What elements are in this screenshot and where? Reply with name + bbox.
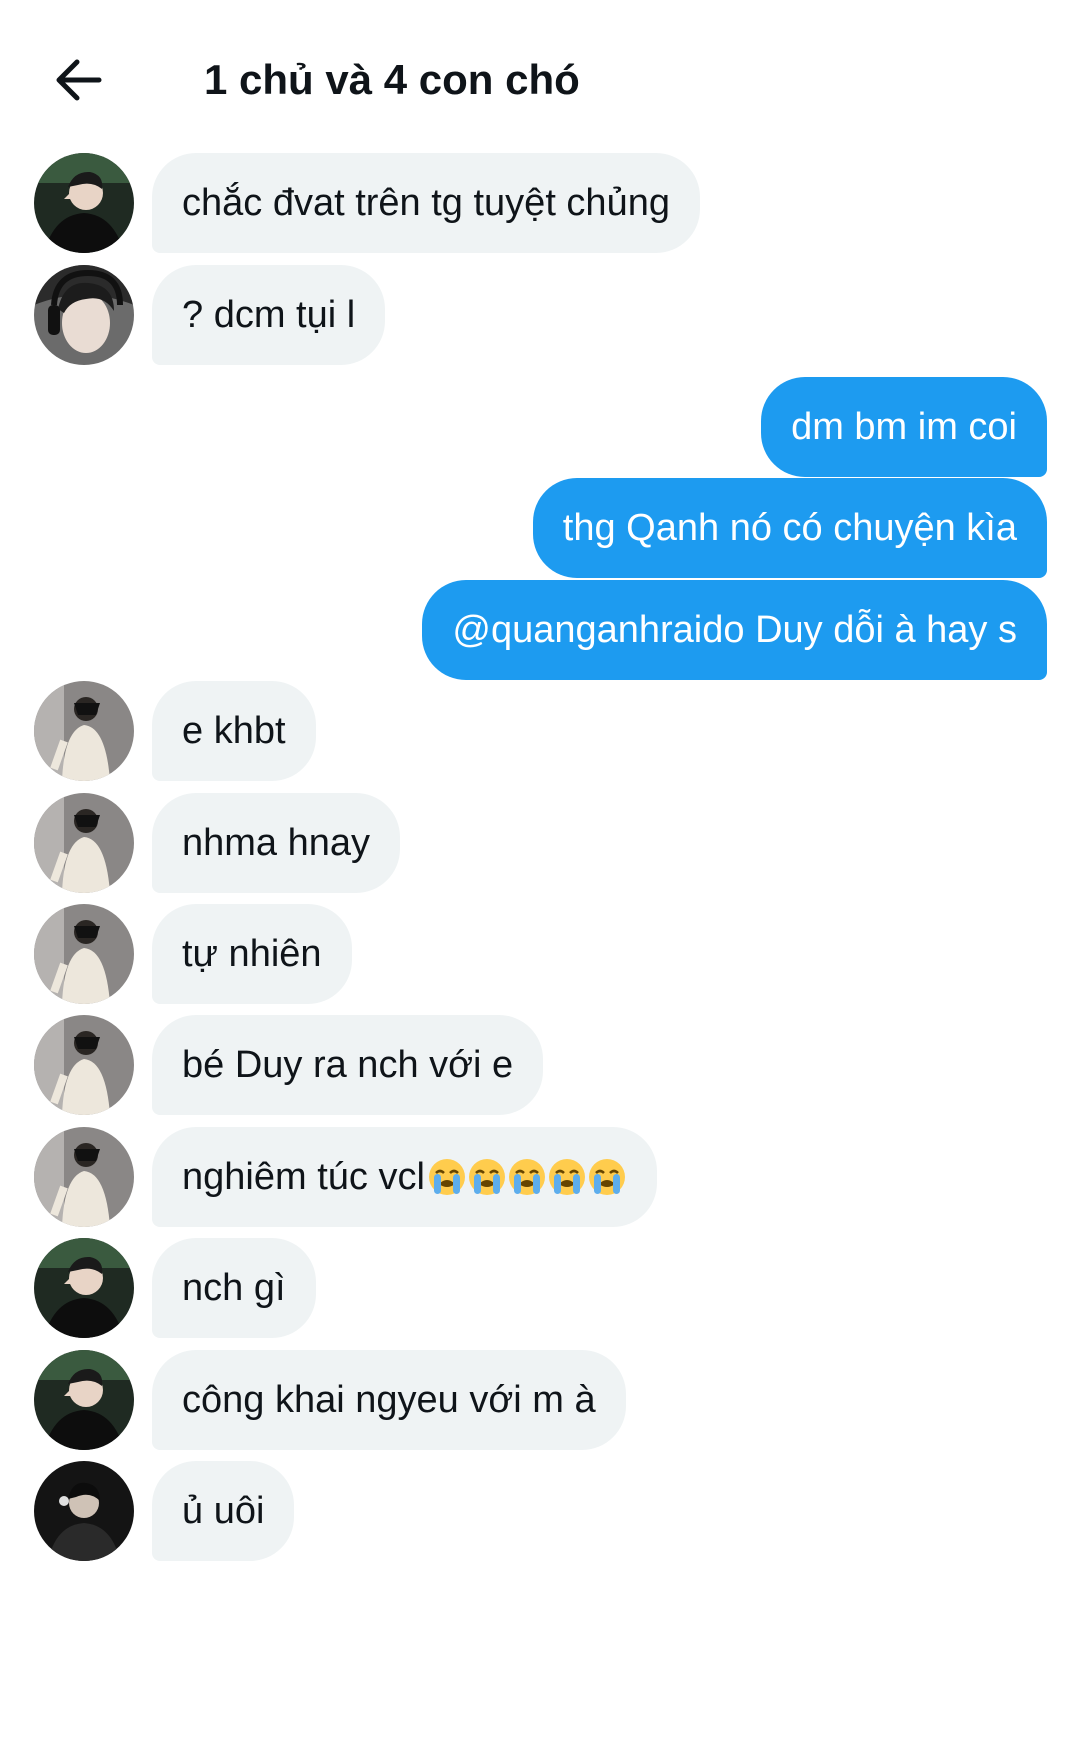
message-bubble-outgoing[interactable]: @quanganhraido Duy dỗi à hay s (422, 580, 1047, 680)
message-bubble-outgoing[interactable]: thg Qanh nó có chuyện kìa (532, 478, 1047, 578)
message-row: nhma hnay (0, 793, 1080, 893)
message-row: nghiêm túc vcl (0, 1127, 1080, 1227)
message-text: nghiêm túc vcl (182, 1156, 425, 1198)
avatar-user-a[interactable] (34, 153, 134, 253)
message-list[interactable]: chắc đvat trên tg tuyệt chủng ? dcm tụi … (0, 0, 1080, 1740)
message-row: dm bm im coi (0, 377, 1080, 477)
message-bubble-outgoing[interactable]: dm bm im coi (761, 377, 1047, 477)
loudly-crying-face-icon (508, 1158, 545, 1195)
avatar-user-a[interactable] (34, 1238, 134, 1338)
message-bubble[interactable]: bé Duy ra nch với e (152, 1015, 544, 1115)
message-bubble[interactable]: nhma hnay (152, 793, 401, 893)
message-bubble[interactable]: ? dcm tụi l (152, 265, 386, 365)
message-bubble[interactable]: công khai ngyeu với m à (152, 1350, 626, 1450)
message-row: @quanganhraido Duy dỗi à hay s (0, 580, 1080, 680)
avatar-user-a[interactable] (34, 1350, 134, 1450)
message-row: bé Duy ra nch với e (0, 1015, 1080, 1115)
message-row: công khai ngyeu với m à (0, 1350, 1080, 1450)
emoji-group (427, 1129, 627, 1229)
avatar-user-b[interactable] (34, 265, 134, 365)
loudly-crying-face-icon (428, 1158, 465, 1195)
avatar-user-c[interactable] (34, 681, 134, 781)
avatar-user-c[interactable] (34, 904, 134, 1004)
avatar-user-c[interactable] (34, 1015, 134, 1115)
message-row: nch gì (0, 1238, 1080, 1338)
loudly-crying-face-icon (548, 1158, 585, 1195)
avatar-user-d[interactable] (34, 1461, 134, 1561)
message-bubble[interactable]: nch gì (152, 1238, 316, 1338)
message-bubble[interactable]: chắc đvat trên tg tuyệt chủng (152, 153, 700, 253)
message-row: chắc đvat trên tg tuyệt chủng (0, 153, 1080, 253)
message-bubble[interactable]: nghiêm túc vcl (152, 1127, 657, 1227)
message-row: tự nhiên (0, 904, 1080, 1004)
avatar-user-c[interactable] (34, 793, 134, 893)
message-row: ? dcm tụi l (0, 265, 1080, 365)
avatar-user-c[interactable] (34, 1127, 134, 1227)
message-bubble[interactable]: e khbt (152, 681, 316, 781)
message-bubble[interactable]: ủ uôi (152, 1461, 295, 1561)
message-row: e khbt (0, 681, 1080, 781)
message-row: ủ uôi (0, 1461, 1080, 1561)
message-bubble[interactable]: tự nhiên (152, 904, 352, 1004)
loudly-crying-face-icon (468, 1158, 505, 1195)
message-row: thg Qanh nó có chuyện kìa (0, 478, 1080, 578)
loudly-crying-face-icon (588, 1158, 625, 1195)
